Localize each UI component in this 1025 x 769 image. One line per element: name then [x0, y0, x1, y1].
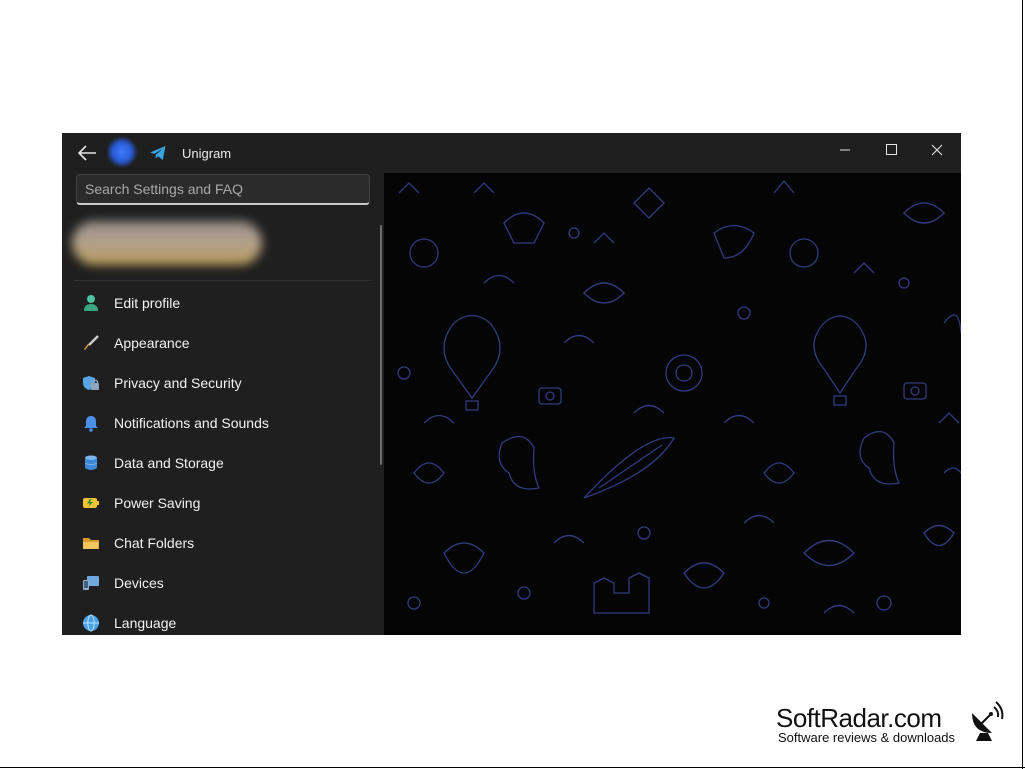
page-border-right: [1022, 0, 1023, 769]
settings-sidebar: Edit profile Appearance Privacy and Secu…: [62, 173, 384, 635]
menu-item-chat-folders[interactable]: Chat Folders: [74, 523, 372, 563]
menu-item-devices[interactable]: Devices: [74, 563, 372, 603]
profile-card[interactable]: [72, 221, 262, 265]
menu-item-label: Data and Storage: [114, 455, 224, 471]
database-icon: [78, 453, 104, 473]
menu-item-data-storage[interactable]: Data and Storage: [74, 443, 372, 483]
menu-item-label: Privacy and Security: [114, 375, 242, 391]
title-bar: Unigram: [62, 133, 961, 173]
bell-icon: [78, 413, 104, 433]
telegram-plane-icon: [150, 146, 166, 160]
close-icon[interactable]: [914, 133, 960, 167]
menu-item-appearance[interactable]: Appearance: [74, 323, 372, 363]
doodle-pattern: [397, 179, 961, 614]
menu-item-label: Chat Folders: [114, 535, 195, 551]
menu-item-language[interactable]: Language: [74, 603, 372, 635]
maximize-icon[interactable]: [868, 133, 914, 167]
paintbrush-icon: [78, 333, 104, 353]
lock-shield-icon: [78, 373, 104, 393]
app-title: Unigram: [182, 146, 232, 161]
divider: [74, 280, 372, 281]
menu-item-label: Appearance: [114, 335, 190, 351]
menu-item-label: Edit profile: [114, 295, 181, 311]
minimize-icon[interactable]: [822, 133, 868, 167]
search-input[interactable]: [76, 174, 370, 205]
menu-item-label: Notifications and Sounds: [114, 415, 269, 431]
globe-icon: [78, 613, 104, 633]
page-border-bottom: [0, 767, 1025, 768]
menu-item-label: Devices: [114, 575, 164, 591]
scrollbar[interactable]: [380, 225, 382, 465]
menu-item-notifications-sounds[interactable]: Notifications and Sounds: [74, 403, 372, 443]
satellite-dish-icon: [972, 701, 1004, 741]
menu-item-privacy-security[interactable]: Privacy and Security: [74, 363, 372, 403]
account-avatar[interactable]: [107, 137, 137, 167]
menu-item-edit-profile[interactable]: Edit profile: [74, 283, 372, 323]
menu-item-label: Power Saving: [114, 495, 201, 511]
folder-icon: [78, 533, 104, 553]
chat-wallpaper: [384, 173, 961, 635]
person-icon: [78, 293, 104, 313]
menu-item-power-saving[interactable]: Power Saving: [74, 483, 372, 523]
menu-item-label: Language: [114, 615, 177, 631]
watermark-tagline: Software reviews & downloads: [778, 730, 956, 745]
arrow-left-icon[interactable]: [76, 143, 98, 163]
battery-icon: [78, 493, 104, 513]
devices-icon: [78, 573, 104, 593]
app-window: Unigram Edit profile Appearance: [62, 133, 961, 635]
